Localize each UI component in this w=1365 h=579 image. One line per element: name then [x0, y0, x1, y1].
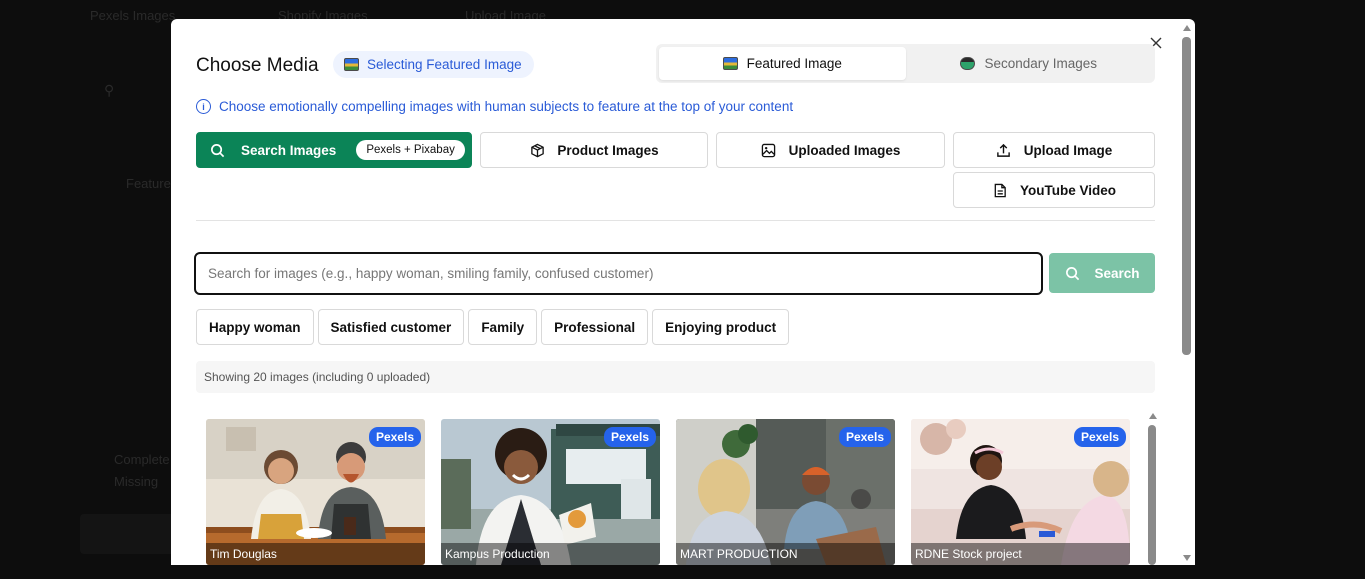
bg-label: Complete [114, 452, 170, 467]
image-type-tabs: Featured Image Secondary Images [656, 44, 1155, 83]
scroll-up-arrow-icon[interactable] [1183, 25, 1191, 31]
search-images-button[interactable]: Search Images Pexels + Pixabay [196, 132, 472, 168]
scroll-down-arrow-icon[interactable] [1183, 555, 1191, 561]
choose-media-modal: Choose Media Selecting Featured Image Fe… [171, 19, 1195, 565]
photo-icon [722, 57, 738, 70]
box-icon [529, 142, 545, 158]
youtube-video-button[interactable]: YouTube Video [953, 172, 1155, 208]
pexels-badge: Pexels [1073, 427, 1126, 447]
selecting-badge-label: Selecting Featured Image [367, 57, 522, 72]
product-images-button[interactable]: Product Images [480, 132, 708, 168]
upload-icon [996, 142, 1012, 158]
image-card[interactable]: Pexels RDNE Stock project [911, 419, 1130, 565]
search-button[interactable]: Search [1049, 253, 1155, 293]
chip-family[interactable]: Family [468, 309, 538, 345]
tab-label: Secondary Images [984, 56, 1098, 71]
bg-block [80, 514, 175, 554]
photo-credit: Kampus Production [441, 543, 660, 565]
scrollbar-thumb[interactable] [1182, 37, 1191, 355]
uploaded-images-button[interactable]: Uploaded Images [716, 132, 945, 168]
photo-credit: Tim Douglas [206, 543, 425, 565]
chip-satisfied-customer[interactable]: Satisfied customer [317, 309, 465, 345]
image-card[interactable]: Pexels MART PRODUCTION [676, 419, 895, 565]
bg-label: Pexels Images [90, 8, 176, 23]
photo-icon [960, 57, 976, 70]
info-text: Choose emotionally compelling images wit… [219, 99, 794, 114]
search-icon [209, 142, 225, 158]
image-card[interactable]: Pexels Tim Douglas [206, 419, 425, 565]
document-icon [992, 182, 1008, 198]
divider [196, 220, 1155, 221]
bg-label: Missing [114, 474, 159, 489]
photo-credit: RDNE Stock project [911, 543, 1130, 565]
upload-image-label: Upload Image [1023, 142, 1113, 158]
pexels-badge: Pexels [603, 427, 656, 447]
image-card[interactable]: Pexels Kampus Production [441, 419, 660, 565]
scroll-up-arrow-icon[interactable] [1149, 413, 1157, 419]
info-icon: i [196, 99, 211, 114]
selecting-badge: Selecting Featured Image [333, 51, 534, 78]
tab-featured-image[interactable]: Featured Image [659, 47, 906, 80]
chip-enjoying-product[interactable]: Enjoying product [652, 309, 790, 345]
photo-icon [344, 58, 359, 71]
modal-scrollbar[interactable] [1182, 25, 1192, 561]
source-pill: Pexels + Pixabay [356, 140, 465, 160]
results-scrollbar-thumb[interactable] [1148, 425, 1156, 565]
uploaded-images-label: Uploaded Images [788, 142, 901, 158]
chip-happy-woman[interactable]: Happy woman [196, 309, 314, 345]
pexels-badge: Pexels [838, 427, 891, 447]
suggestion-chips: Happy woman Satisfied customer Family Pr… [196, 309, 790, 345]
results-count: Showing 20 images (including 0 uploaded) [196, 361, 1155, 393]
search-icon [1064, 265, 1080, 281]
upload-image-button[interactable]: Upload Image [953, 132, 1155, 168]
modal-title: Choose Media [196, 55, 319, 76]
youtube-video-label: YouTube Video [1019, 182, 1116, 198]
info-message: i Choose emotionally compelling images w… [196, 99, 793, 114]
results-scrollbar[interactable] [1148, 413, 1158, 565]
tab-secondary-images[interactable]: Secondary Images [906, 47, 1153, 80]
bg-search-icon: ⚲ [104, 82, 115, 98]
pexels-badge: Pexels [368, 427, 421, 447]
photo-credit: MART PRODUCTION [676, 543, 895, 565]
chip-professional[interactable]: Professional [541, 309, 649, 345]
search-button-label: Search [1094, 265, 1140, 281]
product-images-label: Product Images [557, 142, 659, 158]
search-images-label: Search Images [241, 142, 337, 158]
tab-label: Featured Image [746, 56, 842, 71]
image-icon [761, 142, 777, 158]
image-search-input[interactable] [194, 252, 1043, 295]
